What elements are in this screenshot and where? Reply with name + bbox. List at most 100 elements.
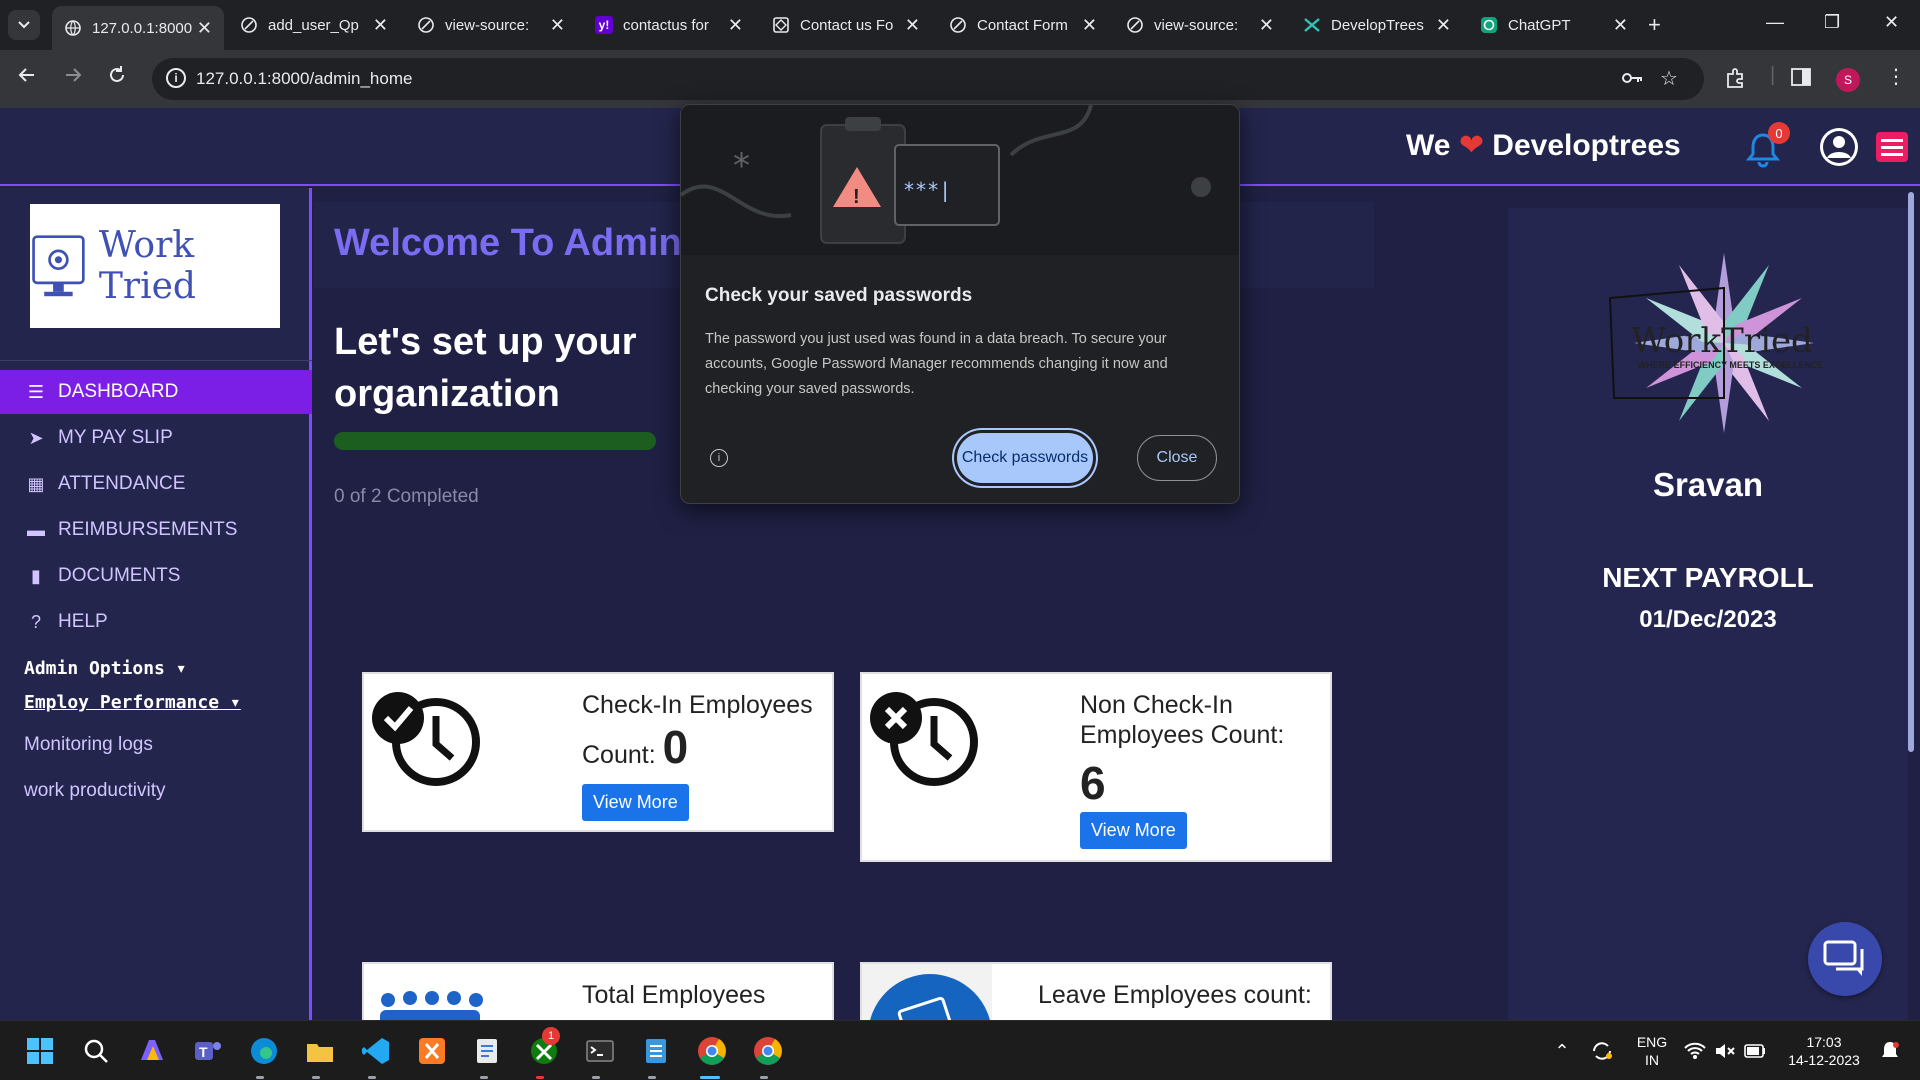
terminal-icon[interactable] xyxy=(582,1033,618,1069)
svg-text:T: T xyxy=(199,1044,208,1060)
info-icon[interactable]: i xyxy=(710,449,728,467)
sidebar-item-reimbursements[interactable]: ▬ REIMBURSEMENTS xyxy=(0,508,312,552)
employ-performance-dropdown[interactable]: Employ Performance ▾ xyxy=(24,692,241,713)
tab-contact-us-form[interactable]: Contact us Fo ✕ xyxy=(760,8,932,42)
sidebar-item-my-pay-slip[interactable]: ➤ MY PAY SLIP xyxy=(0,416,312,460)
tab-contactus[interactable]: y! contactus for ✕ xyxy=(583,8,755,42)
close-icon[interactable]: ✕ xyxy=(728,15,743,36)
bookmark-star-icon[interactable]: ☆ xyxy=(1660,66,1678,91)
clock-x-icon xyxy=(870,692,978,786)
profile-avatar[interactable]: S xyxy=(1836,68,1860,92)
notification-bell-icon[interactable] xyxy=(1872,1033,1908,1069)
key-icon[interactable] xyxy=(1620,68,1644,94)
globe-icon xyxy=(417,16,435,34)
sidebar-item-label: ATTENDANCE xyxy=(58,473,186,494)
running-indicator xyxy=(760,1076,768,1079)
check-passwords-button[interactable]: Check passwords xyxy=(957,433,1093,483)
notepad-icon[interactable] xyxy=(470,1033,506,1069)
credit-card-icon: ▬ xyxy=(27,519,45,540)
welcome-heading: Welcome To Admin xyxy=(334,222,682,264)
admin-options-label: Admin Options xyxy=(24,658,165,679)
view-more-button[interactable]: View More xyxy=(1080,812,1187,849)
chrome-icon[interactable] xyxy=(694,1033,730,1069)
side-panel-icon[interactable] xyxy=(1790,66,1812,94)
extensions-icon[interactable] xyxy=(1724,66,1748,96)
chrome-profile-icon[interactable] xyxy=(750,1033,786,1069)
tab-search-dropdown[interactable] xyxy=(8,10,40,40)
right-logo-tagline: WHERE EFFICIENCY MEETS EXCELLENCE! xyxy=(1638,360,1824,370)
search-icon[interactable] xyxy=(78,1033,114,1069)
sync-icon[interactable] xyxy=(1584,1033,1620,1069)
sidebar-item-help[interactable]: ? HELP xyxy=(0,600,312,644)
svg-text:*: * xyxy=(733,146,750,186)
sidebar-item-dashboard[interactable]: ☰ DASHBOARD xyxy=(0,370,312,414)
card-title: Total Employees xyxy=(582,981,766,1009)
xbox-badge: 1 xyxy=(542,1027,560,1045)
bars-icon: ☰ xyxy=(27,381,45,402)
minimize-button[interactable]: — xyxy=(1766,12,1784,33)
globe-icon xyxy=(64,19,82,37)
hamburger-menu-icon[interactable] xyxy=(1876,132,1908,162)
windows-start-icon[interactable] xyxy=(22,1033,58,1069)
close-icon[interactable]: ✕ xyxy=(1436,15,1451,36)
dialog-close-button[interactable]: Close xyxy=(1137,435,1217,481)
chat-button[interactable] xyxy=(1808,922,1882,996)
copilot-icon[interactable] xyxy=(134,1033,170,1069)
sidebar-item-label: DASHBOARD xyxy=(58,381,179,402)
sidebar-link-work-productivity[interactable]: work productivity xyxy=(24,780,166,802)
new-tab-button[interactable]: + xyxy=(1648,12,1661,38)
tab-view-source[interactable]: view-source: ✕ xyxy=(405,8,577,42)
admin-options-dropdown[interactable]: Admin Options ▾ xyxy=(24,658,187,679)
sidebar-item-documents[interactable]: ▮ DOCUMENTS xyxy=(0,554,312,598)
kebab-menu-icon[interactable]: ⋮ xyxy=(1886,64,1906,89)
brand-name: Developtrees xyxy=(1492,129,1681,162)
active-indicator xyxy=(700,1076,720,1079)
tab-admin-home[interactable]: 127.0.0.1:8000 ✕ xyxy=(52,6,224,50)
system-tray-status[interactable] xyxy=(1680,1033,1770,1069)
vscode-icon[interactable] xyxy=(358,1033,394,1069)
tab-add-user[interactable]: add_user_Qp ✕ xyxy=(228,8,400,42)
chevron-up-icon[interactable]: ⌃ xyxy=(1544,1033,1580,1069)
close-icon[interactable]: ✕ xyxy=(197,18,212,39)
language-indicator[interactable]: ENG IN xyxy=(1634,1033,1670,1069)
sidebar-link-monitoring-logs[interactable]: Monitoring logs xyxy=(24,734,153,756)
next-payroll-date: 01/Dec/2023 xyxy=(1639,606,1777,633)
file-explorer-icon[interactable] xyxy=(302,1033,338,1069)
tab-developtrees[interactable]: DevelopTrees ✕ xyxy=(1291,8,1463,42)
close-icon[interactable]: ✕ xyxy=(1613,15,1628,36)
tab-title: Contact Form xyxy=(977,16,1068,34)
reload-icon xyxy=(110,66,124,82)
xampp-icon[interactable] xyxy=(414,1033,450,1069)
edge-icon[interactable] xyxy=(246,1033,282,1069)
view-more-button[interactable]: View More xyxy=(582,784,689,821)
close-icon[interactable]: ✕ xyxy=(905,15,920,36)
profile-panel: WorkTried WHERE EFFICIENCY MEETS EXCELLE… xyxy=(1508,208,1908,1020)
developtrees-logo-icon xyxy=(1303,16,1321,34)
restore-button[interactable]: ❐ xyxy=(1824,12,1840,33)
teams-icon[interactable]: T xyxy=(190,1033,226,1069)
sidebar-item-attendance[interactable]: ▦ ATTENDANCE xyxy=(0,462,312,506)
window-close-button[interactable]: ✕ xyxy=(1884,12,1899,33)
browser-tab-strip: 127.0.0.1:8000 ✕ add_user_Qp ✕ view-sour… xyxy=(0,0,1920,50)
user-profile-icon[interactable] xyxy=(1818,126,1860,173)
page-scrollbar[interactable] xyxy=(1906,190,1916,1020)
notes-icon[interactable] xyxy=(638,1033,674,1069)
address-bar[interactable]: i 127.0.0.1:8000/admin_home ☆ xyxy=(152,58,1704,100)
close-icon[interactable]: ✕ xyxy=(550,15,565,36)
scrollbar-thumb[interactable] xyxy=(1908,192,1914,752)
url-text[interactable]: 127.0.0.1:8000/admin_home xyxy=(196,69,412,89)
wifi-icon xyxy=(1684,1042,1706,1059)
question-circle-icon: ? xyxy=(30,611,41,632)
yahoo-icon: y! xyxy=(595,16,613,34)
clock[interactable]: 17:03 14-12-2023 xyxy=(1780,1033,1868,1069)
back-button[interactable] xyxy=(16,64,38,92)
reload-button[interactable] xyxy=(106,64,128,92)
forward-button[interactable] xyxy=(62,64,84,92)
close-icon[interactable]: ✕ xyxy=(1082,15,1097,36)
tab-contact-form[interactable]: Contact Form ✕ xyxy=(937,8,1109,42)
tab-chatgpt[interactable]: ChatGPT ✕ xyxy=(1468,8,1640,42)
site-info-icon[interactable]: i xyxy=(166,68,186,88)
close-icon[interactable]: ✕ xyxy=(1259,15,1274,36)
tab-view-source-2[interactable]: view-source: ✕ xyxy=(1114,8,1286,42)
close-icon[interactable]: ✕ xyxy=(373,15,388,36)
